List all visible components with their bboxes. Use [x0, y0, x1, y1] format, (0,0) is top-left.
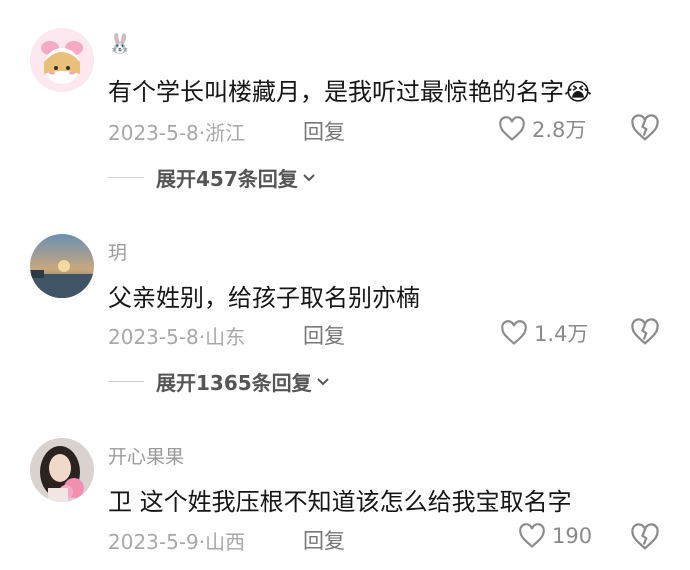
heart-icon	[519, 523, 545, 548]
comment-location: 山西	[205, 530, 246, 554]
like-count: 190	[552, 524, 593, 548]
broken-heart-icon	[631, 523, 659, 550]
comment-text: 卫 这个姓我压根不知道该怎么给我宝取名字	[108, 488, 572, 516]
comment-meta: 2023-5-9·山西	[108, 526, 245, 555]
reply-button[interactable]: 回复	[303, 525, 345, 555]
comment-date: 2023-5-9	[108, 530, 199, 554]
username[interactable]: 开心果果	[108, 442, 184, 469]
avatar-image	[30, 438, 94, 502]
avatar[interactable]	[30, 438, 94, 502]
dislike-button[interactable]	[630, 523, 660, 555]
comment-item: 开心果果 卫 这个姓我压根不知道该怎么给我宝取名字 2023-5-9·山西 回复…	[0, 0, 690, 570]
like-button[interactable]: 190	[518, 523, 592, 549]
